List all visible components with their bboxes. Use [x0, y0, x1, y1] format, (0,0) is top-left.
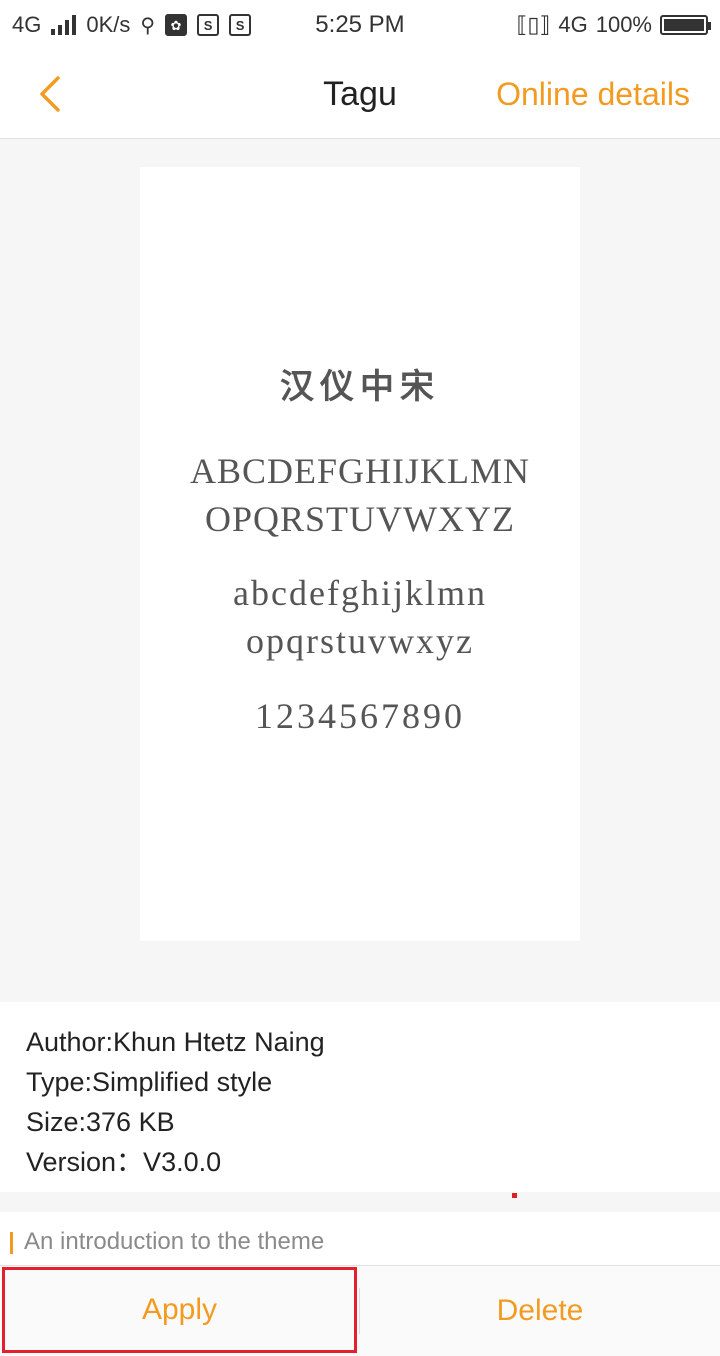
font-info: Author:Khun Htetz Naing Type:Simplified …: [0, 1002, 720, 1192]
apply-button[interactable]: Apply: [2, 1267, 357, 1353]
preview-chinese-text: 汉仪中宋: [280, 369, 440, 406]
tool-icon: ✿: [165, 14, 188, 36]
online-details-link[interactable]: Online details: [496, 50, 690, 138]
battery-icon: [660, 15, 711, 35]
vibrate-icon: ⟦▯⟧: [516, 12, 551, 37]
size-text: Size:376 KB: [26, 1107, 175, 1137]
intro-heading: An introduction to the theme: [24, 1228, 325, 1255]
preview-lowercase: abcdefghijklmn opqrstuvwxyz: [140, 569, 580, 665]
author-text: Author:Khun Htetz Naing: [26, 1027, 325, 1057]
battery-percent: 100%: [595, 12, 652, 37]
network-speed: 0K/s: [86, 12, 131, 37]
usb-icon: ⚲: [140, 14, 156, 37]
intro-section: An introduction to the theme: [0, 1212, 720, 1266]
network-type-left: 4G: [12, 12, 42, 37]
s-icon: S: [197, 14, 220, 36]
status-bar-left: 4G 0K/s ⚲ ✿ S S: [12, 0, 252, 50]
version-text: Version：V3.0.0: [26, 1147, 222, 1177]
preview-uppercase-line: ABCDEFGHIJKLMN: [189, 451, 531, 491]
delete-button[interactable]: Delete: [360, 1266, 720, 1356]
status-bar: 4G 0K/s ⚲ ✿ S S 5:25 PM ⟦▯⟧ 4G 100%: [0, 0, 720, 50]
network-type-right: 4G: [558, 12, 588, 37]
preview-area: 汉仪中宋 ABCDEFGHIJKLMN OPQRSTUVWXYZ abcdefg…: [0, 139, 720, 1001]
preview-lowercase-line: abcdefghijklmn: [233, 573, 487, 613]
preview-lowercase-line: opqrstuvwxyz: [246, 621, 474, 661]
preview-uppercase: ABCDEFGHIJKLMN OPQRSTUVWXYZ: [140, 447, 580, 543]
type-text: Type:Simplified style: [26, 1067, 273, 1097]
indicator-dot: [512, 1193, 517, 1198]
signal-icon: [51, 15, 77, 35]
bottom-action-bar: Apply Delete: [0, 1265, 720, 1356]
top-nav: Tagu Online details: [0, 50, 720, 139]
section-marker: [10, 1232, 13, 1254]
preview-digits: 1234567890: [255, 696, 465, 736]
status-bar-right: ⟦▯⟧ 4G 100%: [516, 0, 711, 50]
clock: 5:25 PM: [315, 11, 405, 38]
font-preview-card: 汉仪中宋 ABCDEFGHIJKLMN OPQRSTUVWXYZ abcdefg…: [140, 167, 580, 941]
s-icon: S: [229, 14, 252, 36]
preview-uppercase-line: OPQRSTUVWXYZ: [204, 499, 515, 539]
